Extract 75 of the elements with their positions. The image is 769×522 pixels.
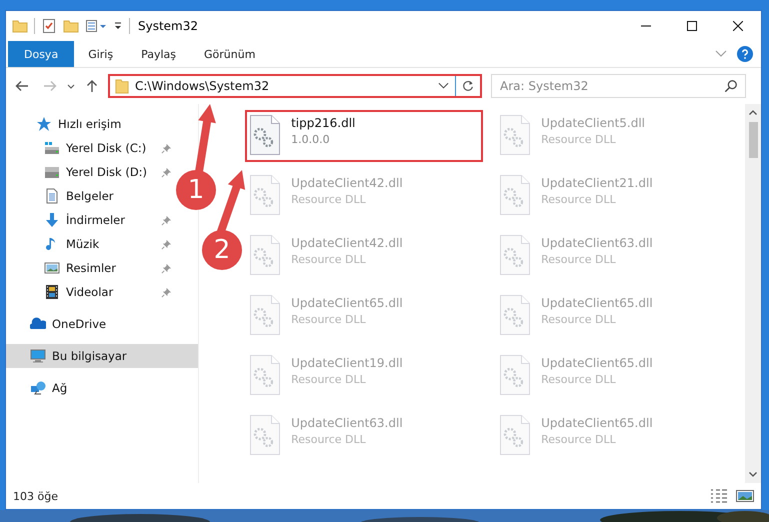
gear-file-icon	[499, 234, 532, 276]
search-field[interactable]: Ara: System32	[491, 74, 746, 98]
sidebar-item[interactable]: Yerel Disk (D:)	[6, 160, 154, 184]
computer-icon	[30, 348, 46, 364]
pin-icon[interactable]	[161, 286, 172, 298]
file-detail: 1.0.0.0	[291, 133, 330, 146]
file-detail: Resource DLL	[541, 433, 616, 446]
document-icon	[44, 188, 60, 204]
chevron-icon[interactable]	[438, 82, 449, 90]
download-icon	[44, 212, 60, 228]
folder-icon	[115, 78, 129, 94]
sidebar-item[interactable]: Müzik	[6, 232, 106, 256]
help-icon[interactable]	[737, 46, 753, 62]
large-icons-view-icon[interactable]	[735, 488, 755, 504]
pin-icon[interactable]	[161, 262, 172, 274]
gear-file-icon	[499, 114, 532, 156]
close-icon[interactable]	[733, 21, 743, 31]
pin-icon[interactable]	[161, 238, 172, 250]
gear-file-icon	[249, 114, 282, 156]
gear-file-icon	[499, 174, 532, 216]
ribbon-tab[interactable]: Görünüm	[190, 41, 270, 67]
file-name: tipp216.dll	[291, 116, 356, 130]
gear-file-icon	[249, 234, 282, 276]
sidebar-item[interactable]: Belgeler	[6, 184, 120, 208]
file-detail: Resource DLL	[541, 193, 616, 206]
drive-icon	[44, 140, 60, 156]
gear-file-icon	[499, 294, 532, 336]
gear-file-icon	[499, 414, 532, 456]
ribbon-tab[interactable]: Giriş	[74, 41, 128, 67]
checklist-icon[interactable]	[41, 18, 57, 34]
ribbon-tab[interactable]: Paylaş	[127, 41, 190, 67]
drive-icon	[44, 164, 60, 180]
sidebar-item[interactable]: Bu bilgisayar	[6, 344, 198, 368]
scrollbar-thumb[interactable]	[748, 122, 758, 158]
sidebar-item[interactable]: Ağ	[6, 376, 74, 400]
pin-icon[interactable]	[161, 142, 172, 154]
address-field[interactable]: C:\Windows\System32	[108, 74, 482, 98]
refresh-icon[interactable]	[461, 79, 475, 93]
gear-file-icon	[499, 354, 532, 396]
search-icon[interactable]	[724, 79, 738, 93]
pin-icon[interactable]	[161, 166, 172, 178]
gear-file-icon	[249, 294, 282, 336]
details-view-icon[interactable]	[709, 488, 729, 504]
minimize-icon[interactable]	[641, 25, 651, 27]
file-detail: Resource DLL	[291, 193, 366, 206]
file-detail: Resource DLL	[291, 373, 366, 386]
network-icon	[30, 380, 46, 396]
maximize-icon[interactable]	[687, 21, 697, 31]
sidebar-item[interactable]: Hızlı erişim	[6, 112, 128, 136]
sidebar-item[interactable]: Yerel Disk (C:)	[6, 136, 152, 160]
item-count: 103 öğe	[13, 490, 58, 502]
sidebar-item[interactable]: Resimler	[6, 256, 122, 280]
file-detail: Resource DLL	[541, 253, 616, 266]
gear-file-icon	[249, 414, 282, 456]
properties-icon[interactable]	[85, 18, 107, 34]
window-title: System32	[138, 19, 200, 33]
file-detail: Resource DLL	[291, 433, 366, 446]
sidebar-item[interactable]: OneDrive	[6, 312, 112, 336]
sidebar-item[interactable]: Videolar	[6, 280, 120, 304]
scroll-down-icon[interactable]	[748, 469, 758, 479]
gear-file-icon	[249, 174, 282, 216]
star-icon	[36, 116, 52, 132]
highlighted-file[interactable]: tipp216.dll 1.0.0.0	[245, 110, 484, 162]
ribbon-tab[interactable]: Dosya	[8, 41, 74, 67]
file-detail: Resource DLL	[291, 253, 366, 266]
film-icon	[44, 284, 60, 300]
file-detail: Resource DLL	[541, 133, 616, 146]
picture-icon	[44, 260, 60, 276]
cloud-icon	[30, 316, 46, 332]
gear-file-icon	[249, 354, 282, 396]
file-detail: Resource DLL	[291, 313, 366, 326]
sidebar-item[interactable]: İndirmeler	[6, 208, 131, 232]
file-detail: Resource DLL	[541, 373, 616, 386]
file-detail: Resource DLL	[541, 313, 616, 326]
pin-icon[interactable]	[161, 214, 172, 226]
